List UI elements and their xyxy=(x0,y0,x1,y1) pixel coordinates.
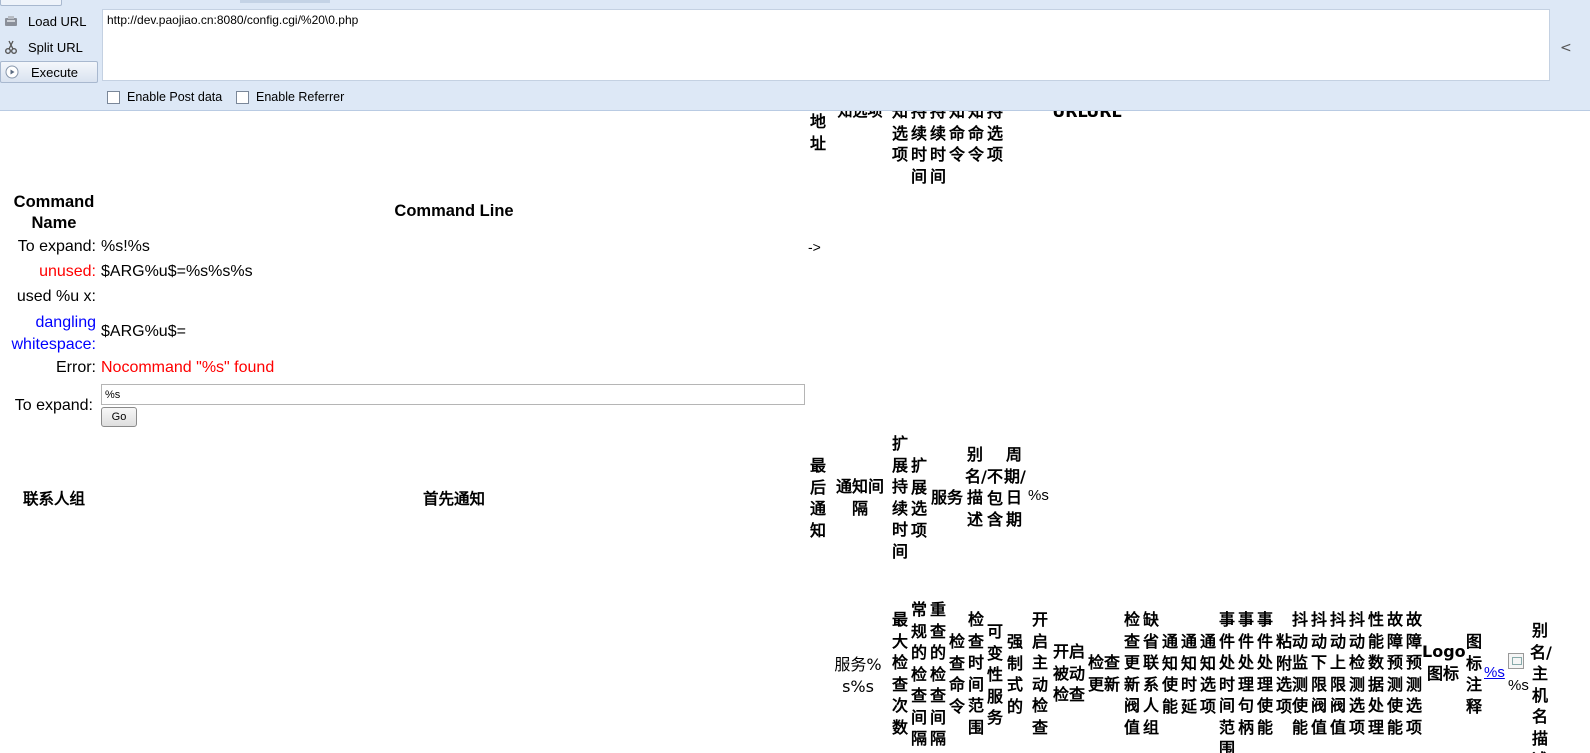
go-button[interactable]: Go xyxy=(101,407,137,427)
event-period-header: 事件处时间范围 xyxy=(1218,610,1235,753)
pct-s-text: %s xyxy=(1508,677,1529,694)
flap-detect-header: 抖动监测使能 xyxy=(1291,610,1308,737)
load-url-icon xyxy=(4,14,18,28)
header-duration-1: 持续时间 xyxy=(910,111,927,186)
enable-referrer-label: Enable Referrer xyxy=(256,90,345,104)
checkbox-box[interactable] xyxy=(236,90,249,104)
command-arrow: -> xyxy=(808,239,821,255)
forced-header: 强制式的 xyxy=(1006,632,1023,716)
header-notify-command-2: 知命令 xyxy=(967,111,984,164)
perf-data-header: 性能数据处理 xyxy=(1367,610,1384,737)
collapse-arrow-icon[interactable]: < xyxy=(1560,40,1572,56)
fault-option-header: 故障预测选项 xyxy=(1405,610,1422,737)
notify-interval-header: 通知间隔 xyxy=(835,477,884,518)
command-line-header: Command Line xyxy=(394,202,514,220)
max-checks-header: 最大检查次数 xyxy=(891,610,908,737)
command-name-header: Command Name xyxy=(13,193,95,232)
dangling-whitespace-label: dangling whitespace: xyxy=(11,314,97,353)
host-alias-header: 别名/主机名描述 xyxy=(1530,621,1552,753)
to-expand-value: %s!%s xyxy=(101,238,150,255)
notify-enabled-header: 通知使能 xyxy=(1161,632,1178,716)
notify-delay-header: 通知时延 xyxy=(1180,632,1197,716)
flap-option-header: 抖动检测选项 xyxy=(1348,610,1365,737)
event-enabled-header: 事件处理使能 xyxy=(1256,610,1273,737)
header-duration-2: 持续时间 xyxy=(929,111,946,186)
freshness-threshold-header: 检查更新阀值 xyxy=(1123,610,1140,737)
enable-post-label: Enable Post data xyxy=(127,90,223,104)
check-command-header: 检查命令 xyxy=(948,632,965,716)
check-fresh-header: 检查更新 xyxy=(1087,653,1120,694)
pct-s-value: %s xyxy=(1028,487,1049,504)
ext-option-header: 扩展选项 xyxy=(910,456,927,540)
pct-s-link[interactable]: %s xyxy=(1484,664,1505,681)
used-label: used %u x: xyxy=(16,288,96,305)
enable-post-checkbox[interactable]: Enable Post data xyxy=(107,90,222,104)
unused-value: $ARG%u$=%s%s%s xyxy=(101,263,253,280)
unused-label: unused: xyxy=(39,263,96,280)
last-notify-header: 最后通知 xyxy=(809,456,826,540)
page-content: 地址 知选项 知选项 持续时间 持续时间 知命令 知命令 持选项 URL URL… xyxy=(0,111,1590,753)
header-address: 地址 xyxy=(809,112,826,153)
retry-interval-header: 重查的检查间隔 xyxy=(929,600,946,748)
scissors-icon xyxy=(4,40,18,54)
hackbar-toolbar: Load URL Split URL Execute < Enable Post… xyxy=(0,0,1590,111)
url-textarea[interactable] xyxy=(102,9,1550,81)
period-date-header: 周期/日期 xyxy=(1004,445,1026,529)
flap-low-header: 抖动下限阀值 xyxy=(1310,610,1327,737)
execute-label: Execute xyxy=(31,64,78,80)
regular-interval-header: 常规的检查间隔 xyxy=(910,600,927,748)
play-icon xyxy=(5,65,19,79)
first-notify-header: 首先通知 xyxy=(422,491,485,508)
header-hold-option: 持选项 xyxy=(986,111,1003,164)
default-contact-header: 缺省联系人组 xyxy=(1142,610,1159,737)
alias-desc-header: 别名/描述 xyxy=(965,445,987,529)
passive-checks-header: 开启被动检查 xyxy=(1052,642,1085,704)
event-handler-header: 事件处理句柄 xyxy=(1237,610,1254,737)
error-label: Error: xyxy=(56,359,96,376)
fault-predict-header: 故障预测使能 xyxy=(1386,610,1403,737)
ext-duration-header: 扩展持续时间 xyxy=(891,434,908,561)
load-url-label: Load URL xyxy=(28,13,87,29)
header-notify-command-1: 知命令 xyxy=(948,111,965,164)
load-url-button[interactable]: Load URL xyxy=(0,10,98,32)
notify-option-header: 通知选项 xyxy=(1199,632,1216,716)
service-header: 服务 xyxy=(930,488,963,507)
broken-image-icon xyxy=(1508,653,1524,669)
flap-high-header: 抖动上限阀值 xyxy=(1329,610,1346,737)
checkbox-box[interactable] xyxy=(107,90,120,104)
service-s-header: 服务%s%s xyxy=(834,655,882,696)
not-include-header: 不包含 xyxy=(986,467,1003,529)
split-url-button[interactable]: Split URL xyxy=(0,36,98,58)
check-period-header: 检查时间范围 xyxy=(967,610,984,737)
expand-form-label: To expand: xyxy=(14,397,93,414)
header-url-2: URL xyxy=(1086,111,1122,121)
expand-input[interactable] xyxy=(101,384,805,405)
execute-button[interactable]: Execute xyxy=(0,61,98,83)
volatile-header: 可变性服务 xyxy=(986,622,1003,727)
split-url-label: Split URL xyxy=(28,39,83,55)
error-value: Nocommand "%s" found xyxy=(101,359,275,376)
toolbar-edge xyxy=(240,0,330,3)
hidden-button-stub[interactable] xyxy=(0,0,62,6)
icon-note-header: 图标注释 xyxy=(1465,632,1482,716)
contact-group-header: 联系人组 xyxy=(22,491,85,508)
dangling-whitespace-value: $ARG%u$= xyxy=(101,323,186,340)
to-expand-label: To expand: xyxy=(17,238,96,255)
header-notify-option-2: 知选项 xyxy=(891,111,908,164)
enable-referrer-checkbox[interactable]: Enable Referrer xyxy=(236,90,344,104)
header-notify-option: 知选项 xyxy=(837,111,883,120)
logo-icon-header: Logo图标 xyxy=(1422,642,1466,683)
active-checks-header: 开启主动检查 xyxy=(1031,610,1048,737)
header-url-1: URL xyxy=(1052,111,1088,121)
